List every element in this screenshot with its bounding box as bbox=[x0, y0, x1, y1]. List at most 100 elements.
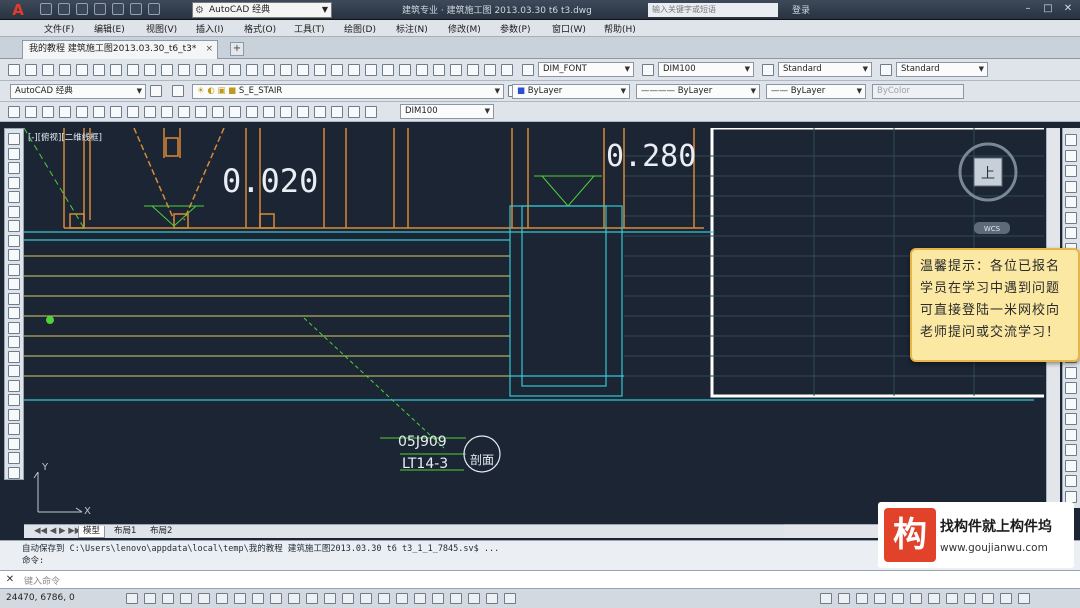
tool-icon[interactable] bbox=[8, 321, 20, 334]
tool-icon[interactable] bbox=[8, 191, 20, 203]
status-toggle-icon[interactable] bbox=[234, 593, 246, 604]
tool-icon[interactable] bbox=[1065, 475, 1077, 487]
status-toggle-icon[interactable] bbox=[450, 593, 462, 604]
tool-icon[interactable] bbox=[1065, 459, 1077, 472]
tool-icon[interactable] bbox=[76, 106, 88, 118]
tool-icon[interactable] bbox=[8, 394, 20, 406]
layer-properties-icon[interactable] bbox=[172, 85, 184, 97]
save-icon[interactable] bbox=[76, 3, 88, 15]
tool-icon[interactable] bbox=[314, 106, 326, 118]
tool-icon[interactable] bbox=[348, 106, 360, 118]
color-select[interactable]: ■ ByLayer ▼ bbox=[512, 84, 630, 99]
dim-style-select[interactable]: DIM100 ▼ bbox=[658, 62, 754, 77]
tool-icon[interactable] bbox=[365, 106, 377, 118]
tool-icon[interactable] bbox=[263, 106, 275, 118]
tool-icon[interactable] bbox=[1065, 413, 1077, 425]
tool-icon[interactable] bbox=[280, 106, 292, 118]
tool-icon[interactable] bbox=[8, 263, 20, 276]
status-tray-icon[interactable] bbox=[964, 593, 976, 604]
tool-icon[interactable] bbox=[8, 176, 20, 189]
text-style-icon[interactable] bbox=[522, 64, 534, 76]
tool-icon[interactable] bbox=[8, 379, 20, 392]
tool-icon[interactable] bbox=[1065, 211, 1077, 224]
tool-icon[interactable] bbox=[8, 147, 20, 160]
status-toggle-icon[interactable] bbox=[144, 593, 156, 604]
tool-icon[interactable] bbox=[1065, 180, 1077, 193]
menu-help[interactable]: 帮助(H) bbox=[604, 22, 636, 35]
tool-icon[interactable] bbox=[42, 64, 54, 76]
tool-icon[interactable] bbox=[433, 64, 445, 76]
tool-icon[interactable] bbox=[195, 64, 207, 76]
tab-layout1[interactable]: 布局1 bbox=[110, 526, 140, 538]
workspace-select[interactable]: ⚙ AutoCAD 经典 ▼ bbox=[192, 2, 332, 18]
tool-icon[interactable] bbox=[8, 205, 20, 218]
tool-icon[interactable] bbox=[416, 64, 428, 76]
tool-icon[interactable] bbox=[229, 64, 241, 76]
tool-icon[interactable] bbox=[8, 408, 20, 421]
dim-style-control-select[interactable]: DIM100 ▼ bbox=[400, 104, 494, 119]
status-toggle-icon[interactable] bbox=[414, 593, 426, 604]
print-icon[interactable] bbox=[112, 3, 124, 15]
status-tray-icon[interactable] bbox=[856, 593, 868, 604]
redo-icon[interactable] bbox=[148, 3, 160, 15]
command-input[interactable]: 键入命令 bbox=[24, 574, 60, 587]
status-tray-icon[interactable] bbox=[892, 593, 904, 604]
tool-icon[interactable] bbox=[8, 249, 20, 261]
tool-icon[interactable] bbox=[1065, 444, 1077, 456]
tool-icon[interactable] bbox=[8, 162, 20, 174]
tool-icon[interactable] bbox=[8, 423, 20, 435]
tab-layout2[interactable]: 布局2 bbox=[146, 526, 176, 538]
gear-icon[interactable] bbox=[150, 85, 162, 97]
tool-icon[interactable] bbox=[178, 106, 190, 118]
tool-icon[interactable] bbox=[8, 336, 20, 348]
tool-icon[interactable] bbox=[1065, 428, 1077, 441]
status-tray-icon[interactable] bbox=[1018, 593, 1030, 604]
menu-tools[interactable]: 工具(T) bbox=[294, 22, 325, 35]
menu-file[interactable]: 文件(F) bbox=[44, 22, 74, 35]
tool-icon[interactable] bbox=[8, 234, 20, 247]
tool-icon[interactable] bbox=[110, 106, 122, 118]
status-tray-icon[interactable] bbox=[982, 593, 994, 604]
tool-icon[interactable] bbox=[8, 307, 20, 319]
tool-icon[interactable] bbox=[280, 64, 292, 76]
tool-icon[interactable] bbox=[144, 64, 156, 76]
dim-style-icon[interactable] bbox=[642, 64, 654, 76]
status-toggle-icon[interactable] bbox=[198, 593, 210, 604]
tool-icon[interactable] bbox=[450, 64, 462, 76]
tool-icon[interactable] bbox=[93, 106, 105, 118]
tool-icon[interactable] bbox=[161, 106, 173, 118]
lineweight-select[interactable]: —— ByLayer ▼ bbox=[766, 84, 866, 99]
tool-icon[interactable] bbox=[263, 64, 275, 76]
status-toggle-icon[interactable] bbox=[270, 593, 282, 604]
tool-icon[interactable] bbox=[76, 64, 88, 76]
tool-icon[interactable] bbox=[1065, 196, 1077, 208]
tool-icon[interactable] bbox=[331, 106, 343, 118]
tool-icon[interactable] bbox=[59, 64, 71, 76]
tool-icon[interactable] bbox=[1065, 134, 1077, 146]
status-toggle-icon[interactable] bbox=[432, 593, 444, 604]
application-menu-button[interactable]: A bbox=[4, 1, 32, 19]
maximize-icon[interactable]: □ bbox=[1040, 2, 1056, 16]
status-tray-icon[interactable] bbox=[838, 593, 850, 604]
linetype-select[interactable]: ———— ByLayer ▼ bbox=[636, 84, 760, 99]
status-toggle-icon[interactable] bbox=[378, 593, 390, 604]
tool-icon[interactable] bbox=[93, 64, 105, 76]
tool-icon[interactable] bbox=[212, 64, 224, 76]
new-icon[interactable] bbox=[40, 3, 52, 15]
document-tab[interactable]: 我的教程 建筑施工图2013.03.30_t6_t3* × bbox=[22, 40, 218, 59]
tool-icon[interactable] bbox=[8, 278, 20, 290]
workspace-switch-select[interactable]: AutoCAD 经典 ▼ bbox=[10, 84, 146, 99]
tool-icon[interactable] bbox=[1065, 490, 1077, 503]
tool-icon[interactable] bbox=[467, 64, 479, 76]
tool-icon[interactable] bbox=[331, 64, 343, 76]
tool-icon[interactable] bbox=[25, 64, 37, 76]
tool-icon[interactable] bbox=[484, 64, 496, 76]
tool-icon[interactable] bbox=[246, 106, 258, 118]
tool-icon[interactable] bbox=[8, 106, 20, 118]
tool-icon[interactable] bbox=[382, 64, 394, 76]
tool-icon[interactable] bbox=[8, 437, 20, 450]
status-toggle-icon[interactable] bbox=[468, 593, 480, 604]
status-toggle-icon[interactable] bbox=[162, 593, 174, 604]
menu-format[interactable]: 格式(O) bbox=[244, 22, 276, 35]
tool-icon[interactable] bbox=[8, 350, 20, 363]
